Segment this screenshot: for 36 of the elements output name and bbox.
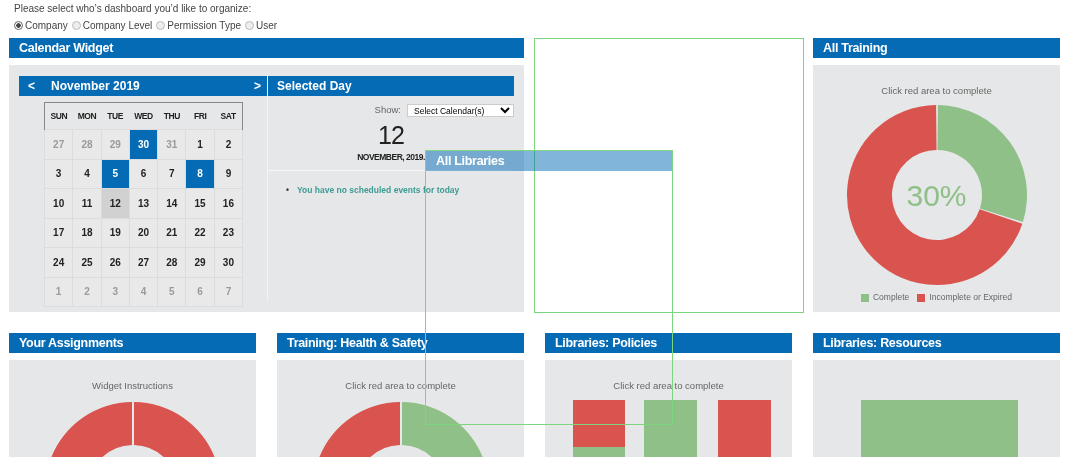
legend-swatch (860, 293, 869, 302)
legend-swatch (917, 293, 926, 302)
chart-caption: Click red area to complete (881, 84, 992, 98)
instruction-text: Please select who’s dashboard you’d like to organize: (14, 2, 253, 15)
widget-header[interactable]: Training: Health & Safety (277, 333, 524, 353)
legend-label: Complete (872, 291, 910, 304)
radio-option[interactable]: Company Level (71, 18, 153, 33)
radio-option[interactable]: Company (14, 18, 68, 33)
calendar-day[interactable]: 10 (44, 188, 73, 218)
month-title: November 2019 (51, 78, 140, 95)
calendar-day[interactable]: 17 (44, 218, 73, 248)
widget-header[interactable]: Libraries: Resources (813, 333, 1060, 353)
selected-day-number: 12 (377, 121, 405, 150)
widget-header[interactable]: Libraries: Policies (545, 333, 792, 353)
calendar-day[interactable]: 2 (214, 129, 243, 159)
legend-label: Incomplete or Expired (929, 291, 1013, 304)
calendar-day[interactable]: 24 (44, 247, 73, 277)
prev-month-button[interactable]: < (28, 80, 35, 92)
donut-slice[interactable] (846, 105, 1022, 286)
calendar-day[interactable]: 3 (44, 159, 73, 189)
widget-header[interactable]: All Training (813, 38, 1060, 58)
calendar-day[interactable]: 1 (186, 129, 215, 159)
selected-date: NOVEMBER, 2019. (357, 151, 425, 164)
next-month-button[interactable]: > (254, 80, 261, 92)
radio-option[interactable]: User (245, 18, 278, 33)
panel-header: Selected Day (268, 76, 514, 96)
widget-header[interactable]: Calendar Widget (9, 38, 524, 58)
chart-caption: Widget Instructions (92, 379, 173, 393)
show-label: Show: (374, 103, 401, 117)
radio-option[interactable]: Permission Type (156, 18, 242, 33)
bullet-marker: • (286, 184, 289, 197)
calendar-day[interactable]: 30 (129, 129, 158, 159)
center-percentage: 30% (906, 177, 967, 214)
widget-header[interactable]: Your Assignments (9, 333, 256, 353)
chart-caption: Click red area to complete (613, 379, 724, 393)
calendar-select[interactable]: Select Calendar(s) (407, 103, 514, 117)
